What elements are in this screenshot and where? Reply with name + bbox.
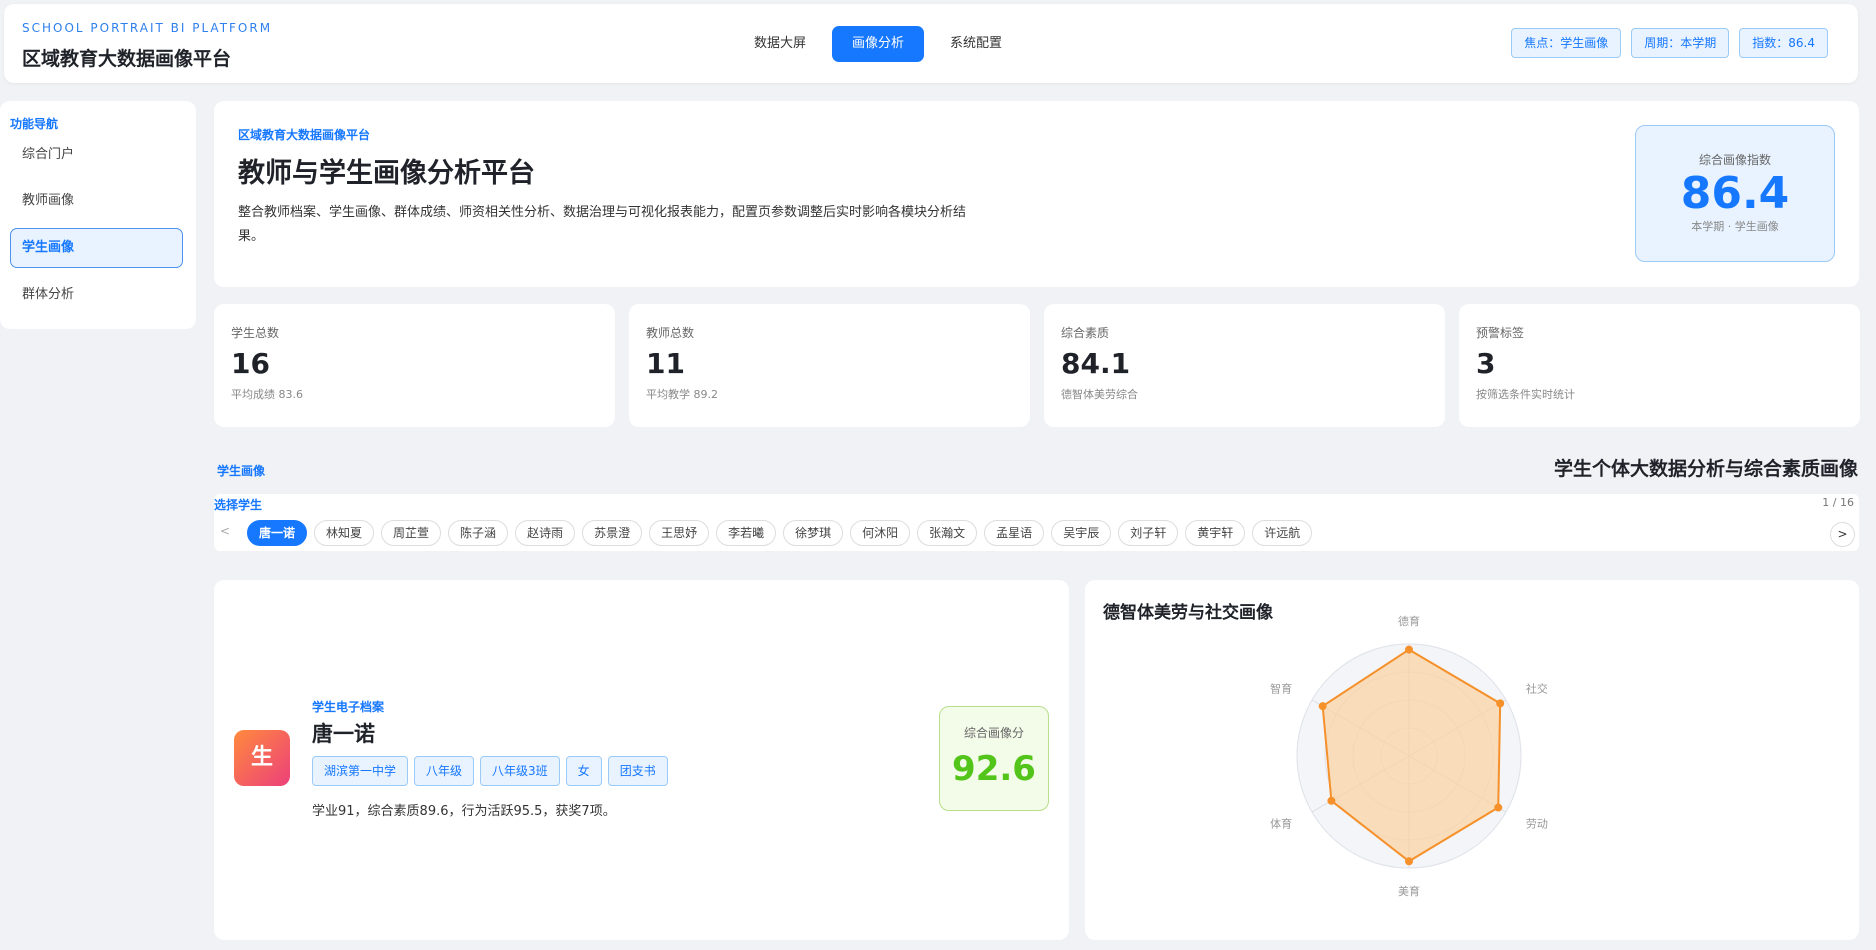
stat-card-teachers: 教师总数 11 平均教学 89.2 — [629, 304, 1030, 427]
sidebar-item-student[interactable]: 学生画像 — [10, 228, 183, 268]
student-pill[interactable]: 何沐阳 — [850, 520, 911, 546]
radar-data-point — [1405, 645, 1413, 654]
radar-axis-label: 体育 — [1270, 817, 1292, 831]
stat-note: 按筛选条件实时统计 — [1476, 388, 1575, 401]
school-tag: 湖滨第一中学 — [312, 756, 409, 786]
top-nav: 数据大屏 画像分析 系统配置 — [734, 26, 1022, 62]
sidebar-title: 功能导航 — [10, 117, 59, 131]
stat-value: 3 — [1476, 347, 1496, 380]
radar-data-point — [1494, 803, 1503, 812]
stat-value: 16 — [231, 347, 270, 380]
composite-score-card: 综合画像分 92.6 — [939, 706, 1049, 811]
radar-chart-card: 德智体美劳与社交画像 德育 社交 劳动 美育 体育 智育 — [1085, 580, 1859, 940]
stat-label: 教师总数 — [646, 326, 695, 340]
next-student-button[interactable]: > — [1830, 522, 1855, 547]
selector-label: 选择学生 — [214, 498, 263, 512]
sidebar-item-group[interactable]: 群体分析 — [10, 275, 183, 315]
stat-label: 综合素质 — [1061, 326, 1110, 340]
prev-student-button[interactable]: < — [220, 524, 230, 538]
student-pill[interactable]: 许远航 — [1252, 520, 1313, 546]
brand-subtitle: SCHOOL PORTRAIT BI PLATFORM — [22, 21, 273, 35]
student-pill[interactable]: 李若曦 — [716, 520, 777, 546]
nav-portrait-analysis[interactable]: 画像分析 — [832, 26, 925, 62]
stat-card-students: 学生总数 16 平均成绩 83.6 — [214, 304, 615, 427]
stat-card-warnings: 预警标签 3 按筛选条件实时统计 — [1459, 304, 1860, 427]
hero-panel: 区域教育大数据画像平台 教师与学生画像分析平台 整合教师档案、学生画像、群体成绩… — [214, 101, 1859, 287]
student-pill[interactable]: 周芷萱 — [381, 520, 442, 546]
sidebar-item-teacher[interactable]: 教师画像 — [10, 181, 183, 221]
radar-data-point — [1405, 857, 1413, 866]
status-chips: 焦点：学生画像 周期：本学期 指数：86.4 — [1511, 28, 1828, 58]
radar-data-point — [1496, 699, 1505, 708]
focus-chip: 焦点：学生画像 — [1511, 28, 1622, 58]
brand-title: 区域教育大数据画像平台 — [22, 48, 232, 70]
radar-chart: 德育社交劳动美育 体育 智育 — [1270, 614, 1548, 898]
student-profile-card: 生 学生电子档案 唐一诺 湖滨第一中学 八年级 八年级3班 女 团支书 学业91… — [214, 580, 1069, 940]
radar-axis-label: 德育 — [1398, 614, 1420, 628]
student-pill[interactable]: 唐一诺 — [247, 520, 308, 546]
student-pill[interactable]: 赵诗雨 — [515, 520, 576, 546]
section-title: 学生个体大数据分析与综合素质画像 — [1553, 458, 1858, 480]
top-bar: SCHOOL PORTRAIT BI PLATFORM 区域教育大数据画像平台 … — [4, 4, 1858, 83]
stat-note: 平均教学 89.2 — [646, 388, 718, 401]
avatar: 生 — [234, 730, 290, 786]
profile-kicker: 学生电子档案 — [312, 700, 385, 714]
index-value: 86.4 — [1680, 168, 1790, 219]
student-pill[interactable]: 刘子轩 — [1118, 520, 1179, 546]
nav-system-config[interactable]: 系统配置 — [930, 26, 1022, 62]
score-label: 综合画像分 — [963, 726, 1024, 740]
stat-note: 平均成绩 83.6 — [231, 388, 303, 401]
hero-description: 整合教师档案、学生画像、群体成绩、师资相关性分析、数据治理与可视化报表能力，配置… — [238, 205, 967, 244]
radar-axis-label: 美育 — [1398, 884, 1420, 898]
nav-data-screen[interactable]: 数据大屏 — [734, 26, 826, 62]
student-pill[interactable]: 陈子涵 — [448, 520, 509, 546]
profile-summary: 学业91，综合素质89.6，行为活跃95.5，获奖7项。 — [312, 804, 616, 819]
index-label: 综合画像指数 — [1698, 153, 1771, 167]
sidebar-item-portal[interactable]: 综合门户 — [10, 135, 183, 175]
class-tag: 八年级3班 — [480, 756, 560, 786]
stat-label: 预警标签 — [1476, 326, 1525, 340]
student-pill[interactable]: 张瀚文 — [917, 520, 978, 546]
score-value: 92.6 — [952, 749, 1036, 789]
gender-tag: 女 — [565, 756, 602, 786]
radar-axis-label: 智育 — [1270, 682, 1292, 696]
stat-card-quality: 综合素质 84.1 德智体美劳综合 — [1044, 304, 1445, 427]
radar-axis-label: 劳动 — [1526, 818, 1548, 831]
period-chip: 周期：本学期 — [1631, 28, 1730, 58]
radar-axis-label: 社交 — [1526, 682, 1548, 696]
student-pill-list: 唐一诺 林知夏 周芷萱 陈子涵 赵诗雨 苏景澄 王思妤 李若曦 徐梦琪 何沐阳 张瀚文 孟星语 吴宇辰刘… — [247, 520, 1313, 546]
section-tag: 学生画像 — [217, 464, 266, 478]
page-title: 教师与学生画像分析平台 — [238, 158, 535, 189]
student-pill[interactable]: 苏景澄 — [582, 520, 643, 546]
stat-note: 德智体美劳综合 — [1061, 388, 1138, 401]
stat-value: 84.1 — [1061, 347, 1131, 380]
radar-data-point — [1318, 702, 1327, 711]
student-pill[interactable]: 吴宇辰 — [1051, 520, 1112, 546]
role-tag: 团支书 — [607, 756, 668, 786]
student-pill[interactable]: 徐梦琪 — [783, 520, 844, 546]
student-pill[interactable]: 王思妤 — [649, 520, 710, 546]
grade-tag: 八年级 — [414, 756, 475, 786]
profile-tags: 湖滨第一中学 八年级 八年级3班 女 团支书 — [312, 756, 668, 786]
stat-label: 学生总数 — [231, 326, 280, 340]
student-name: 唐一诺 — [312, 722, 375, 746]
composite-index-card: 综合画像指数 86.4 本学期 · 学生画像 — [1635, 125, 1835, 262]
student-pill[interactable]: 林知夏 — [314, 520, 375, 546]
student-pill[interactable]: 孟星语 — [984, 520, 1045, 546]
student-pill[interactable]: 黄宇轩 — [1185, 520, 1246, 546]
student-selector: 选择学生 1 / 16 < 唐一诺 林知夏 周芷萱 陈子涵 赵诗雨 苏景澄 王思妤 李若曦 徐梦… — [214, 494, 1859, 551]
radar-data-point — [1327, 796, 1336, 805]
index-chip: 指数：86.4 — [1739, 28, 1828, 58]
index-sub: 本学期 · 学生画像 — [1691, 220, 1779, 233]
sidebar: 功能导航 综合门户 教师画像 学生画像 群体分析 — [0, 101, 196, 329]
selector-page-count: 1 / 16 — [1822, 496, 1854, 509]
stat-value: 11 — [646, 347, 685, 380]
hero-kicker: 区域教育大数据画像平台 — [238, 128, 371, 142]
